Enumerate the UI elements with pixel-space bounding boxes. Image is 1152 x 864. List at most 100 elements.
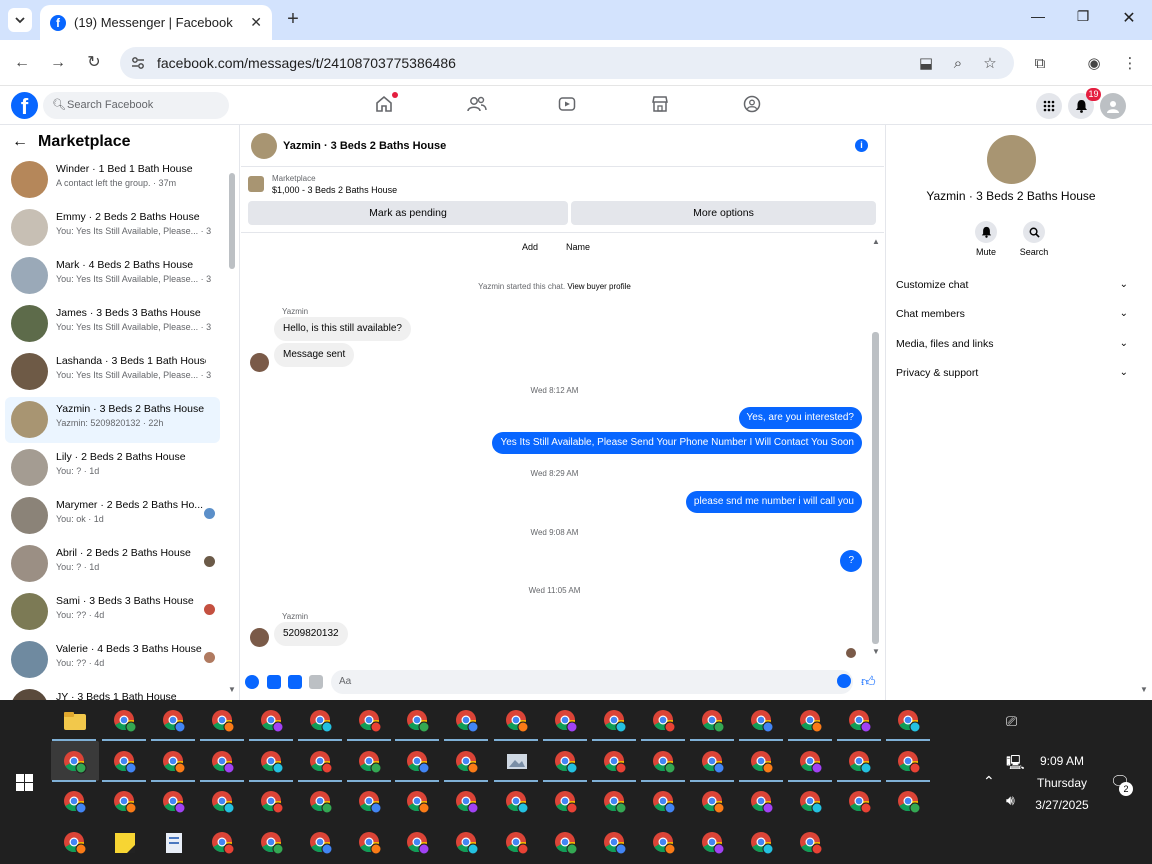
profile-avatar[interactable] <box>987 135 1036 184</box>
chrome-profile-icon[interactable] <box>749 749 775 775</box>
chrome-profile-icon[interactable] <box>357 749 383 775</box>
chrome-profile-icon[interactable] <box>405 830 431 856</box>
window-close-icon[interactable]: ✕ <box>1117 8 1141 32</box>
scroll-down-icon[interactable]: ▼ <box>228 685 236 694</box>
install-app-icon[interactable]: ⬓ <box>917 55 935 73</box>
chrome-profile-icon[interactable] <box>357 830 383 856</box>
sticker-icon[interactable] <box>288 675 302 689</box>
chrome-profile-icon[interactable] <box>454 749 480 775</box>
search-button[interactable]: Search <box>1014 221 1054 257</box>
chrome-profile-icon[interactable] <box>504 789 530 815</box>
gif-icon[interactable] <box>309 675 323 689</box>
chrome-profile-icon[interactable] <box>210 708 236 734</box>
zoom-icon[interactable]: ⌕ <box>949 55 967 73</box>
mark-as-pending-button[interactable]: Mark as pending <box>248 201 568 225</box>
chrome-profile-icon[interactable] <box>259 789 285 815</box>
video-icon[interactable] <box>558 95 578 115</box>
chrome-profile-icon[interactable] <box>896 789 922 815</box>
chrome-profile-icon[interactable] <box>210 830 236 856</box>
chrome-profile-icon[interactable] <box>700 789 726 815</box>
chrome-profile-icon[interactable] <box>798 708 824 734</box>
chrome-profile-icon[interactable] <box>700 749 726 775</box>
chrome-profile-icon[interactable] <box>553 830 579 856</box>
chrome-profile-icon[interactable] <box>405 749 431 775</box>
chrome-profile-icon[interactable] <box>210 789 236 815</box>
chrome-profile-icon[interactable] <box>651 789 677 815</box>
chrome-profile-icon[interactable] <box>651 749 677 775</box>
add-contact-button[interactable]: Add <box>515 242 545 252</box>
volume-icon[interactable]: 🔊︎ <box>1006 792 1015 809</box>
chat-scrollbar[interactable] <box>872 332 879 644</box>
chrome-profile-icon[interactable] <box>602 708 628 734</box>
chrome-profile-icon[interactable] <box>504 830 530 856</box>
chrome-profile-icon[interactable] <box>259 830 285 856</box>
chrome-profile-icon[interactable] <box>259 708 285 734</box>
chrome-profile-icon[interactable] <box>602 749 628 775</box>
chrome-profile-icon[interactable] <box>161 708 187 734</box>
incoming-message[interactable]: Hello, is this still available? <box>274 317 411 341</box>
taskbar-time[interactable]: 9:09 AM <box>1018 754 1106 768</box>
sender-avatar[interactable] <box>250 353 269 372</box>
conversation-item[interactable]: James · 3 Beds 3 Baths House You: Yes Its… <box>5 301 220 347</box>
listing-price-title[interactable]: $1,000 - 3 Beds 2 Baths House <box>272 185 397 195</box>
chrome-profile-icon[interactable] <box>553 749 579 775</box>
chrome-profile-icon[interactable] <box>847 789 873 815</box>
sender-avatar[interactable] <box>250 628 269 647</box>
back-arrow-icon[interactable]: ← <box>12 133 28 151</box>
address-bar[interactable]: facebook.com/messages/t/2410870377538648… <box>120 47 1014 79</box>
chrome-profile-icon[interactable] <box>504 708 530 734</box>
document-viewer-icon[interactable] <box>161 830 187 856</box>
chrome-profile-icon[interactable] <box>651 830 677 856</box>
chrome-profile-icon[interactable] <box>62 789 88 815</box>
outgoing-message[interactable]: Yes, are you interested? <box>738 407 862 429</box>
chrome-profile-icon[interactable] <box>405 789 431 815</box>
conversation-item[interactable]: Lily · 2 Beds 2 Baths House You: ? · 1d <box>5 445 220 491</box>
meet-now-icon[interactable]: ⎚ <box>1006 713 1017 730</box>
chrome-profile-icon[interactable] <box>749 789 775 815</box>
image-icon[interactable] <box>267 675 281 689</box>
sticky-notes-icon[interactable] <box>112 830 138 856</box>
more-options-button[interactable]: More options <box>571 201 876 225</box>
chrome-profile-icon[interactable] <box>651 708 677 734</box>
chrome-profile-icon[interactable] <box>553 708 579 734</box>
plus-icon[interactable] <box>245 675 259 689</box>
conversation-item[interactable]: Mark · 4 Beds 2 Baths House You: Yes Its … <box>5 253 220 299</box>
chrome-profile-icon[interactable] <box>847 749 873 775</box>
scroll-up-icon[interactable]: ▲ <box>872 237 880 246</box>
chat-title[interactable]: Yazmin · 3 Beds 2 Baths House <box>283 140 446 152</box>
reload-icon[interactable]: ↻ <box>82 51 106 75</box>
chrome-profile-icon[interactable] <box>454 830 480 856</box>
media-files-links-section[interactable]: Media, files and links ⌄ <box>896 338 1128 350</box>
friends-icon[interactable] <box>467 95 487 115</box>
conversation-item[interactable]: Emmy · 2 Beds 2 Baths House You: Yes Its … <box>5 205 220 251</box>
taskbar-date[interactable]: 3/27/2025 <box>1018 798 1106 812</box>
new-tab-button[interactable]: + <box>282 8 304 30</box>
chrome-profile-icon[interactable] <box>602 789 628 815</box>
chrome-profile-icon[interactable] <box>405 708 431 734</box>
chrome-profile-icon[interactable] <box>749 708 775 734</box>
chat-members-section[interactable]: Chat members ⌄ <box>896 308 1128 320</box>
outgoing-message[interactable]: Yes Its Still Available, Please Send You… <box>492 432 862 454</box>
privacy-support-section[interactable]: Privacy & support ⌄ <box>896 367 1128 379</box>
conversation-item[interactable]: JY · 3 Beds 1 Bath House <box>5 685 220 700</box>
message-input[interactable]: Aa <box>331 670 853 694</box>
tab-close-icon[interactable]: ✕ <box>250 14 262 31</box>
conversation-item[interactable]: Valerie · 4 Beds 3 Baths House You: ?? · … <box>5 637 220 683</box>
thumbs-up-icon[interactable]: 👍︎ <box>861 673 876 690</box>
chrome-profile-icon[interactable] <box>308 830 334 856</box>
chrome-profile-icon[interactable] <box>210 749 236 775</box>
emoji-icon[interactable] <box>837 674 851 688</box>
browser-tab[interactable]: f (19) Messenger | Facebook ✕ <box>40 5 272 40</box>
site-info-icon[interactable] <box>130 55 146 71</box>
facebook-search-input[interactable]: 🔍︎ Search Facebook <box>43 92 229 119</box>
menu-grid-icon[interactable] <box>1036 93 1062 119</box>
chrome-profile-icon[interactable] <box>454 789 480 815</box>
chrome-profile-icon[interactable] <box>553 789 579 815</box>
bookmark-star-icon[interactable]: ☆ <box>981 55 999 73</box>
incoming-message[interactable]: 5209820132 <box>274 622 348 646</box>
chrome-profile-icon[interactable] <box>112 708 138 734</box>
outgoing-message[interactable]: ? <box>840 550 862 572</box>
listing-thumbnail[interactable] <box>248 176 264 192</box>
file-explorer-icon[interactable] <box>62 708 88 734</box>
chrome-profile-icon[interactable] <box>357 789 383 815</box>
